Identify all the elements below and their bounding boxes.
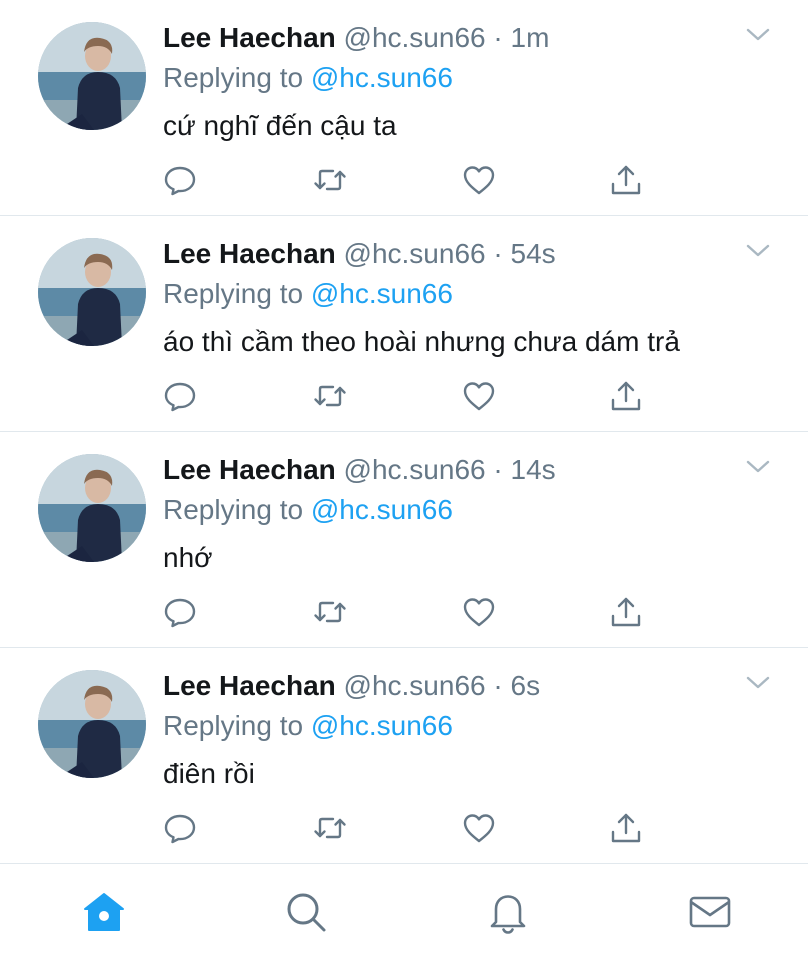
retweet-icon[interactable] — [312, 810, 348, 846]
author-handle[interactable]: @hc.sun66 — [344, 670, 486, 701]
author-handle[interactable]: @hc.sun66 — [344, 454, 486, 485]
author-name[interactable]: Lee Haechan — [163, 454, 336, 485]
chevron-down-icon[interactable] — [744, 24, 772, 44]
share-icon[interactable] — [608, 378, 644, 414]
replying-handle-link[interactable]: @hc.sun66 — [311, 62, 453, 93]
search-icon[interactable] — [282, 888, 330, 936]
heart-icon[interactable] — [461, 378, 497, 414]
chevron-down-icon[interactable] — [744, 240, 772, 260]
author-handle[interactable]: @hc.sun66 — [344, 22, 486, 53]
retweet-icon[interactable] — [312, 378, 348, 414]
tweet[interactable]: Lee Haechan @hc.sun66 · 14s Replying to … — [0, 432, 808, 648]
author-name[interactable]: Lee Haechan — [163, 22, 336, 53]
tweet-header: Lee Haechan @hc.sun66 · 6s — [163, 668, 540, 704]
replying-to: Replying to @hc.sun66 — [163, 276, 453, 312]
retweet-icon[interactable] — [312, 162, 348, 198]
mail-icon[interactable] — [686, 888, 734, 936]
tweet-time[interactable]: 14s — [511, 454, 556, 485]
tweet-header: Lee Haechan @hc.sun66 · 14s — [163, 452, 556, 488]
chevron-down-icon[interactable] — [744, 456, 772, 476]
chevron-down-icon[interactable] — [744, 672, 772, 692]
share-icon[interactable] — [608, 810, 644, 846]
separator-dot: · — [493, 22, 503, 53]
tweet-header: Lee Haechan @hc.sun66 · 1m — [163, 20, 549, 56]
replying-to: Replying to @hc.sun66 — [163, 492, 453, 528]
replying-to: Replying to @hc.sun66 — [163, 60, 453, 96]
reply-icon[interactable] — [162, 594, 198, 630]
replying-prefix: Replying to — [163, 278, 304, 309]
tweet-time[interactable]: 6s — [511, 670, 541, 701]
share-icon[interactable] — [608, 162, 644, 198]
replying-handle-link[interactable]: @hc.sun66 — [311, 710, 453, 741]
reply-icon[interactable] — [162, 162, 198, 198]
tweet[interactable]: Lee Haechan @hc.sun66 · 6s Replying to @… — [0, 648, 808, 864]
tweet-text: nhớ — [163, 542, 213, 573]
share-icon[interactable] — [608, 594, 644, 630]
separator-dot: · — [493, 238, 503, 269]
separator-dot: · — [493, 670, 503, 701]
retweet-icon[interactable] — [312, 594, 348, 630]
author-handle[interactable]: @hc.sun66 — [344, 238, 486, 269]
tweet-time[interactable]: 1m — [511, 22, 550, 53]
bottom-tab-bar — [0, 864, 808, 960]
reply-icon[interactable] — [162, 810, 198, 846]
replying-handle-link[interactable]: @hc.sun66 — [311, 278, 453, 309]
reply-icon[interactable] — [162, 378, 198, 414]
replying-handle-link[interactable]: @hc.sun66 — [311, 494, 453, 525]
replying-prefix: Replying to — [163, 494, 304, 525]
home-icon[interactable] — [80, 888, 128, 936]
tweet-header: Lee Haechan @hc.sun66 · 54s — [163, 236, 556, 272]
author-name[interactable]: Lee Haechan — [163, 670, 336, 701]
tweet-text: áo thì cầm theo hoài nhưng chưa dám trả — [163, 326, 680, 357]
tweet[interactable]: Lee Haechan @hc.sun66 · 54s Replying to … — [0, 216, 808, 432]
replying-to: Replying to @hc.sun66 — [163, 708, 453, 744]
bell-icon[interactable] — [484, 888, 532, 936]
tweet-time[interactable]: 54s — [511, 238, 556, 269]
avatar[interactable] — [38, 670, 146, 778]
heart-icon[interactable] — [461, 594, 497, 630]
heart-icon[interactable] — [461, 162, 497, 198]
avatar[interactable] — [38, 22, 146, 130]
avatar[interactable] — [38, 454, 146, 562]
tweet-text: cứ nghĩ đến cậu ta — [163, 110, 397, 141]
tweet[interactable]: Lee Haechan @hc.sun66 · 1m Replying to @… — [0, 0, 808, 216]
heart-icon[interactable] — [461, 810, 497, 846]
author-name[interactable]: Lee Haechan — [163, 238, 336, 269]
replying-prefix: Replying to — [163, 62, 304, 93]
separator-dot: · — [493, 454, 503, 485]
tweet-text: điên rồi — [163, 758, 255, 789]
replying-prefix: Replying to — [163, 710, 304, 741]
avatar[interactable] — [38, 238, 146, 346]
